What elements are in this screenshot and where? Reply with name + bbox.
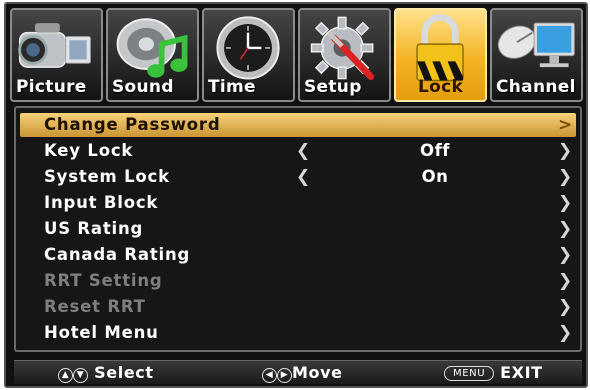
tab-sound[interactable]: Sound [106, 8, 199, 102]
tab-label: Time [208, 77, 256, 97]
speaker-music-icon [116, 18, 188, 78]
select-hint: ▲ ▼ Select [58, 363, 154, 383]
tab-label: Setup [304, 77, 362, 97]
chevron-right-icon: ❯ [558, 271, 573, 291]
menu-item-key-lock[interactable]: Key Lock ❮ Off ❯ [20, 139, 576, 163]
menu-item-label: Canada Rating [44, 245, 191, 264]
category-tab-bar: Picture Sound Time Setup Lock Channel [10, 8, 584, 102]
chevron-left-icon[interactable]: ❮ [296, 141, 310, 161]
menu-item-label: System Lock [44, 167, 170, 186]
move-hint: ◀ ▶ Move [262, 363, 343, 383]
chevron-right-icon[interactable]: ❯ [558, 141, 572, 161]
menu-item-input-block[interactable]: Input Block ❯ [20, 191, 576, 215]
menu-item-label: RRT Setting [44, 271, 163, 290]
tab-label: Lock [418, 77, 464, 97]
menu-item-label: Hotel Menu [44, 323, 159, 342]
osd-window: Picture Sound Time Setup Lock Channel Ch… [4, 2, 588, 388]
chevron-left-icon[interactable]: ❮ [296, 167, 310, 187]
tab-label: Channel [496, 77, 576, 97]
menu-item-label: US Rating [44, 219, 144, 238]
chevron-right-icon: ❯ [558, 245, 573, 265]
right-arrow-icon: ▶ [277, 368, 292, 383]
tab-setup[interactable]: Setup [298, 8, 391, 102]
chevron-right-icon: ❯ [558, 219, 573, 239]
menu-item-label: Change Password [44, 115, 221, 134]
chevron-right-icon[interactable]: ❯ [558, 167, 572, 187]
camcorder-icon [18, 23, 91, 68]
chevron-right-icon: ❯ [558, 297, 573, 317]
menu-item-system-lock[interactable]: System Lock ❮ On ❯ [20, 165, 576, 189]
exit-hint-label: EXIT [500, 363, 543, 382]
chevron-right-icon: > [558, 115, 573, 135]
menu-item-label: Key Lock [44, 141, 134, 160]
menu-item-label: Reset RRT [44, 297, 146, 316]
up-arrow-icon: ▲ [58, 368, 73, 383]
menu-item-us-rating[interactable]: US Rating ❯ [20, 217, 576, 241]
select-hint-label: Select [94, 363, 154, 382]
clock-icon [216, 16, 280, 80]
tab-lock[interactable]: Lock [394, 8, 487, 102]
tab-label: Picture [16, 77, 87, 97]
satellite-monitor-icon [497, 22, 575, 68]
padlock-icon [416, 14, 464, 82]
menu-key: MENU [444, 366, 495, 381]
move-hint-label: Move [292, 363, 343, 382]
system-lock-value: On [421, 167, 449, 186]
menu-item-hotel-menu[interactable]: Hotel Menu ❯ [20, 321, 576, 345]
chevron-right-icon: ❯ [558, 323, 573, 343]
menu-item-label: Input Block [44, 193, 159, 212]
key-lock-value: Off [420, 141, 450, 160]
left-arrow-icon: ◀ [262, 368, 277, 383]
tab-label: Sound [112, 77, 174, 97]
tab-time[interactable]: Time [202, 8, 295, 102]
tab-picture[interactable]: Picture [10, 8, 103, 102]
tab-channel[interactable]: Channel [490, 8, 583, 102]
menu-item-change-password[interactable]: Change Password > [20, 113, 576, 137]
gear-wrench-icon [310, 16, 375, 81]
menu-item-reset-rrt: Reset RRT ❯ [20, 295, 576, 319]
menu-item-canada-rating[interactable]: Canada Rating ❯ [20, 243, 576, 267]
down-arrow-icon: ▼ [73, 368, 88, 383]
chevron-right-icon: ❯ [558, 193, 573, 213]
exit-hint[interactable]: MENU EXIT [444, 363, 543, 382]
lock-menu-list: Change Password > Key Lock ❮ Off ❯ Syste… [14, 106, 582, 352]
menu-item-rrt-setting: RRT Setting ❯ [20, 269, 576, 293]
key-hint-bar: ▲ ▼ Select ◀ ▶ Move MENU EXIT [14, 360, 582, 384]
